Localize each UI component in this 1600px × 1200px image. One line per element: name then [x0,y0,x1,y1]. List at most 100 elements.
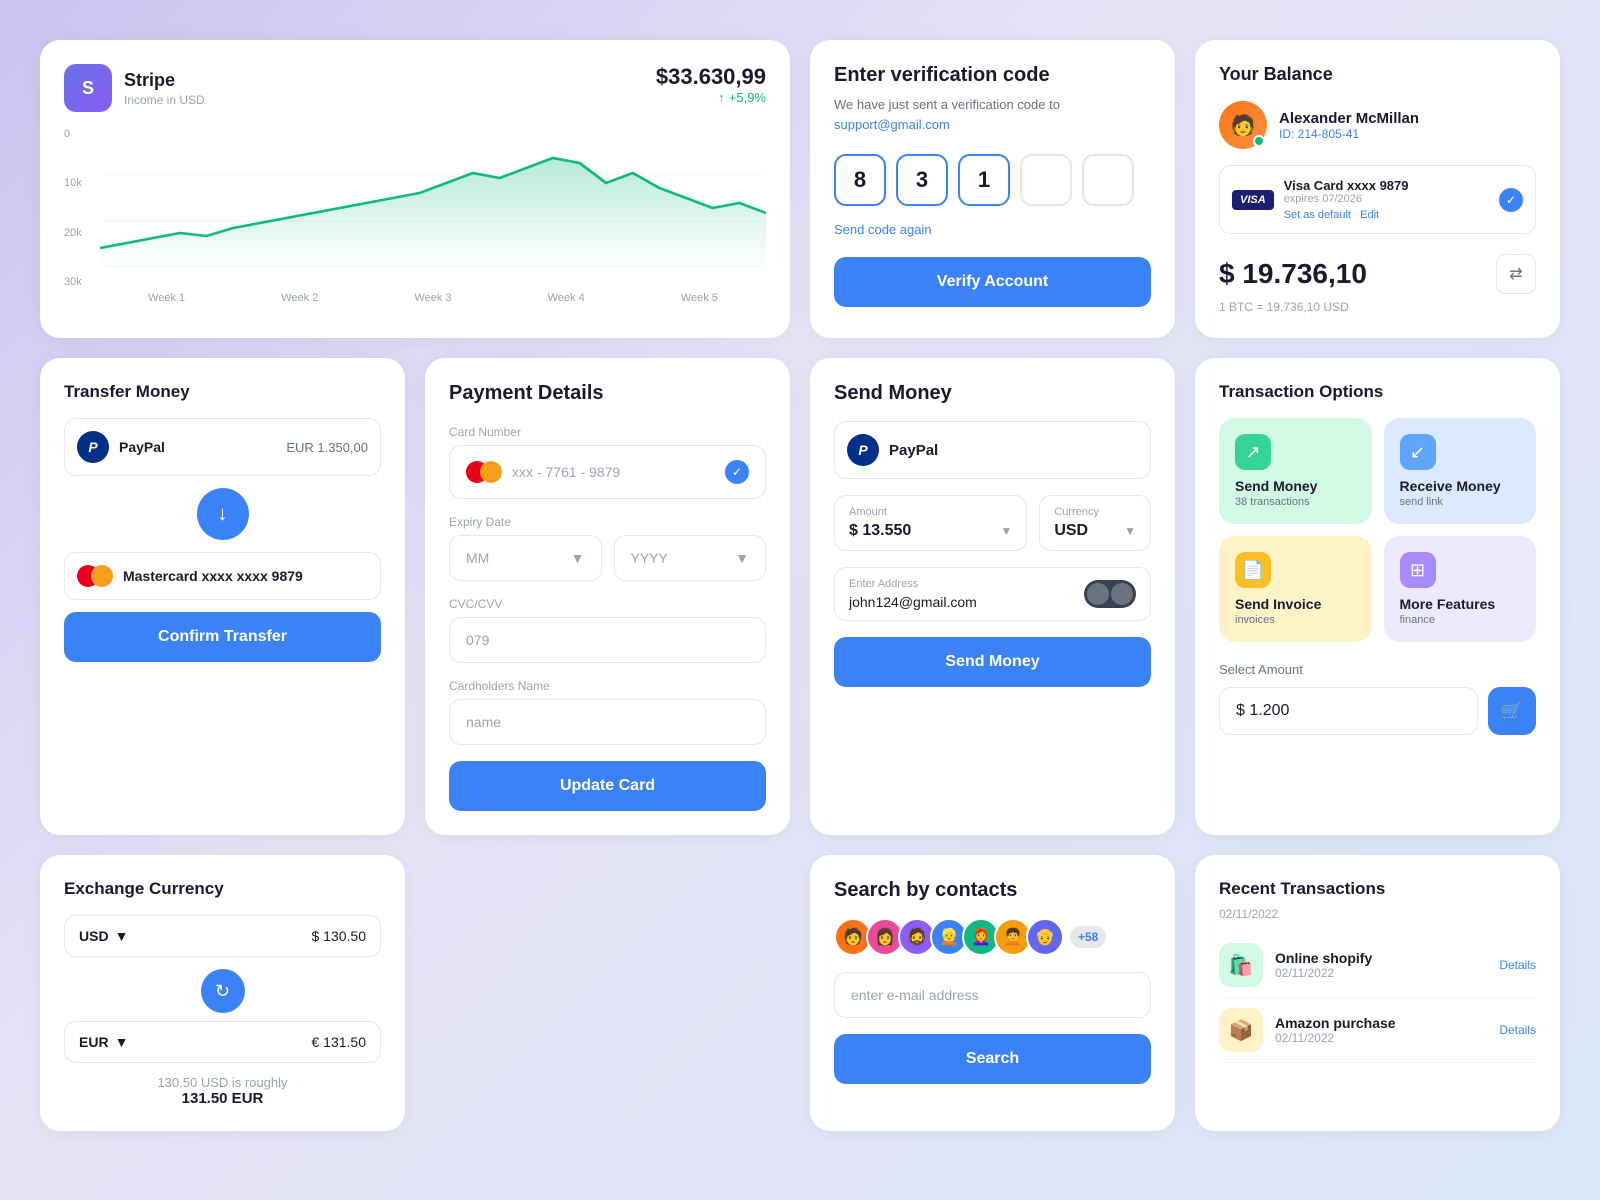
currency-value: USD [1054,522,1118,540]
verify-title: Enter verification code [834,64,1151,87]
from-currency-select[interactable]: USD ▼ [79,928,128,944]
exchange-title: Exchange Currency [64,879,381,899]
stripe-card: S Stripe Income in USD $33.630,99 ↑ +5,9… [40,40,790,338]
send-money-card: Send Money P PayPal Amount $ 13.550 ▼ Cu… [810,358,1175,835]
verify-account-button[interactable]: Verify Account [834,257,1151,307]
verify-card: Enter verification code We have just sen… [810,40,1175,338]
cart-button[interactable]: 🛒 [1488,687,1536,735]
stripe-icon: S [64,64,112,112]
cvc-input[interactable] [449,617,766,663]
cvc-label: CVC/CVV [449,597,766,611]
transaction-item-shopify: 🛍️ Online shopify 02/11/2022 Details [1219,933,1536,998]
receive-money-tile-label: Receive Money [1400,478,1521,494]
code-input-4[interactable] [1020,154,1072,206]
stripe-subtitle: Income in USD [124,93,205,107]
card-info: VISA Visa Card xxxx 9879 expires 07/2026… [1219,165,1536,234]
amazon-date: 02/11/2022 [1275,1031,1487,1045]
chart-area: 30k20k10k0 [64,128,766,288]
to-currency-select[interactable]: EUR ▼ [79,1034,128,1050]
refresh-button[interactable]: ↻ [201,969,245,1013]
shopify-date: 02/11/2022 [1275,966,1487,980]
confirm-transfer-button[interactable]: Confirm Transfer [64,612,381,662]
more-contacts-badge: +58 [1070,926,1106,948]
more-features-tile-icon: ⊞ [1400,552,1436,588]
shopify-info: Online shopify 02/11/2022 [1275,950,1487,980]
balance-amount-value: $ 19.736,10 [1219,258,1367,290]
send-provider-label: PayPal [889,442,938,459]
from-currency-value: USD [79,928,109,944]
chart-svg [100,128,766,268]
options-title: Transaction Options [1219,382,1536,402]
payment-card: Payment Details Card Number xxx - 7761 -… [425,358,790,835]
code-input-1[interactable] [834,154,886,206]
more-features-tile-label: More Features [1400,596,1521,612]
user-name: Alexander McMillan [1279,110,1419,127]
mastercard-label: Mastercard xxxx xxxx 9879 [123,568,368,584]
code-inputs [834,154,1151,206]
expiry-yyyy-field[interactable]: YYYY ▼ [614,535,767,581]
exchange-card: Exchange Currency USD ▼ $ 130.50 ↻ EUR ▼… [40,855,405,1131]
send-money-tile[interactable]: ↗ Send Money 38 transactions [1219,418,1372,524]
card-number-field[interactable]: xxx - 7761 - 9879 ✓ [449,445,766,499]
balance-amount-row: $ 19.736,10 ⇄ [1219,254,1536,294]
contacts-row: 🧑 👩 🧔 👱 👩‍🦰 🧑‍🦱 👴 +58 [834,918,1151,956]
send-money-tile-sub: 38 transactions [1235,496,1356,508]
recent-title: Recent Transactions [1219,879,1536,899]
send-invoice-tile[interactable]: 📄 Send Invoice invoices [1219,536,1372,642]
select-amount-input[interactable] [1219,687,1478,735]
expiry-mm-field[interactable]: MM ▼ [449,535,602,581]
toggle-dot-1 [1087,583,1109,605]
amazon-details-link[interactable]: Details [1499,1023,1536,1037]
send-invoice-tile-label: Send Invoice [1235,596,1356,612]
download-button[interactable]: ↓ [197,488,249,540]
send-money-button[interactable]: Send Money [834,637,1151,687]
exchange-result: 131.50 EUR [64,1090,381,1107]
spacer [425,855,790,1131]
receive-money-tile[interactable]: ↙ Receive Money send link [1384,418,1537,524]
toggle-switch[interactable] [1084,580,1136,608]
currency-label: Currency [1054,506,1136,518]
receive-money-tile-icon: ↙ [1400,434,1436,470]
card-name: Visa Card xxxx 9879 [1284,178,1489,193]
amount-field[interactable]: Amount $ 13.550 ▼ [834,495,1027,551]
recent-date: 02/11/2022 [1219,907,1536,921]
exchange-icon-button[interactable]: ⇄ [1496,254,1536,294]
send-again-link[interactable]: Send code again [834,222,1151,237]
exchange-note: 130.50 USD is roughly [64,1075,381,1090]
send-invoice-tile-icon: 📄 [1235,552,1271,588]
paypal-icon: P [77,431,109,463]
code-input-3[interactable] [958,154,1010,206]
amazon-name: Amazon purchase [1275,1015,1487,1031]
recent-transactions-card: Recent Transactions 02/11/2022 🛍️ Online… [1195,855,1560,1131]
stripe-amount: $33.630,99 [656,64,766,90]
code-input-5[interactable] [1082,154,1134,206]
options-grid: ↗ Send Money 38 transactions ↙ Receive M… [1219,418,1536,642]
stripe-change: ↑ +5,9% [656,90,766,105]
contact-avatar-7: 👴 [1026,918,1064,956]
exchange-from-row: USD ▼ $ 130.50 [64,915,381,957]
cardholder-input[interactable] [449,699,766,745]
shopify-details-link[interactable]: Details [1499,958,1536,972]
options-card: Transaction Options ↗ Send Money 38 tran… [1195,358,1560,835]
address-field[interactable]: Enter Address [834,567,1151,621]
amount-currency-row: Amount $ 13.550 ▼ Currency USD ▼ [834,495,1151,551]
send-paypal-icon: P [847,434,879,466]
from-amount: $ 130.50 [312,928,367,944]
code-input-2[interactable] [896,154,948,206]
amount-input-row: 🛒 [1219,687,1536,735]
more-features-tile[interactable]: ⊞ More Features finance [1384,536,1537,642]
user-info: 🧑 Alexander McMillan ID: 214-805-41 [1219,101,1536,149]
user-id: ID: 214-805-41 [1279,127,1419,141]
currency-field[interactable]: Currency USD ▼ [1039,495,1151,551]
update-card-button[interactable]: Update Card [449,761,766,811]
to-amount: € 131.50 [312,1034,367,1050]
search-button[interactable]: Search [834,1034,1151,1084]
mastercard-logo [77,565,113,587]
card-number-label: Card Number [449,425,766,439]
shopify-name: Online shopify [1275,950,1487,966]
address-input[interactable] [849,594,1084,610]
send-money-tile-icon: ↗ [1235,434,1271,470]
verify-desc: We have just sent a verification code to… [834,95,1151,134]
transaction-item-amazon: 📦 Amazon purchase 02/11/2022 Details [1219,998,1536,1063]
email-search-input[interactable] [834,972,1151,1018]
